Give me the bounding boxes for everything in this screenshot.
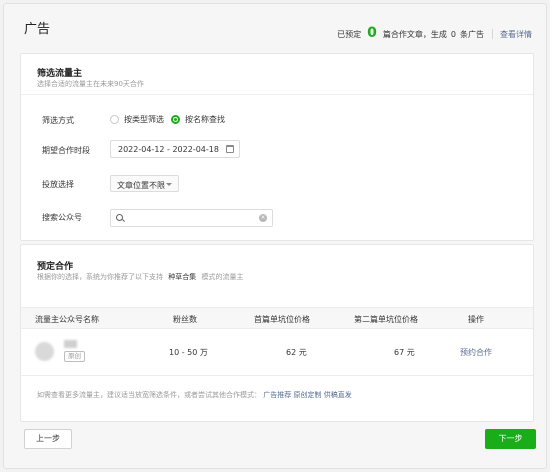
period-label: 期望合作时段 [42,146,90,155]
second-price: 67 元 [394,348,415,357]
summary-prefix: 已预定 [337,29,362,39]
reserve-mode-name: 种草合集 [168,273,197,281]
calendar-icon [226,145,234,153]
direct-submission-link[interactable]: 供稿直发 [324,391,352,399]
table-bottom-divider [21,375,533,376]
filter-divider [21,94,533,95]
col-account: 流量主公众号名称 [35,315,99,324]
avatar [35,342,54,361]
note-text: 如需查看更多流量主，建议适当放宽筛选条件，或者尝试其他合作模式： [37,391,261,399]
table-header: 流量主公众号名称 粉丝数 首篇单坑位价格 第二篇单坑位价格 操作 [21,307,533,329]
chevron-down-icon [166,183,172,186]
account-search-input[interactable] [126,212,256,224]
placement-label: 投放选择 [42,180,74,189]
date-range-picker[interactable]: 2022-04-12 - 2022-04-18 [110,140,240,158]
summary-suffix: 条广告 [460,29,484,39]
filter-card: 筛选流量主 选择合适的流量主在未来90天合作 筛选方式 按类型筛选 按名称查找 … [20,53,534,241]
account-name-blurred [64,340,77,348]
radio-unchecked-icon [110,115,119,124]
more-accounts-note: 如需查看更多流量主，建议适当放宽筛选条件，或者尝试其他合作模式： 广告推荐 原创… [37,390,352,400]
search-icon [116,214,123,221]
col-second-price: 第二篇单坑位价格 [354,315,418,324]
ad-recommend-link[interactable]: 广告推荐 [263,391,291,399]
reservation-summary: 已预定 0 篇合作文章，生成 0 条广告 查看详情 [337,25,532,42]
reserve-title: 预定合作 [37,262,74,272]
radio-by-type[interactable]: 按类型筛选 [110,114,164,125]
page-header: 广告 已预定 0 篇合作文章，生成 0 条广告 查看详情 [4,4,546,48]
main-panel: 广告 已预定 0 篇合作文章，生成 0 条广告 查看详情 筛选流量主 选择合适的… [3,3,547,469]
account-search-field: × [110,209,273,227]
previous-step-button[interactable]: 上一步 [24,429,72,449]
summary-middle: 篇合作文章，生成 [382,29,447,39]
placement-select[interactable]: 文章位置不限 [110,175,179,192]
filter-title: 筛选流量主 [37,69,83,79]
date-range-value: 2022-04-12 - 2022-04-18 [118,145,219,154]
first-price: 62 元 [286,348,307,357]
clear-icon[interactable]: × [259,214,267,222]
reserve-card: 预定合作 根据你的选择，系统为你推荐了以下支持 种草合集 模式的流量主 流量主公… [20,244,534,422]
col-action: 操作 [468,315,484,324]
search-label: 搜索公众号 [42,213,82,222]
placement-value: 文章位置不限 [117,181,165,190]
fans-range: 10 - 50 万 [169,348,208,357]
reserve-subtitle-text: 根据你的选择，系统为你推荐了以下支持 [37,273,163,281]
reserve-subtitle: 根据你的选择，系统为你推荐了以下支持 种草合集 模式的流量主 [37,272,243,282]
radio-by-type-label: 按类型筛选 [124,115,164,124]
page-title: 广告 [24,22,51,37]
filter-subtitle: 选择合适的流量主在未来90天合作 [37,80,144,88]
col-fans: 粉丝数 [173,315,197,324]
method-label: 筛选方式 [42,116,74,125]
view-details-link[interactable]: 查看详情 [500,29,532,40]
radio-by-name-label: 按名称查找 [185,115,225,124]
reserve-cooperation-link[interactable]: 预约合作 [460,347,492,358]
reserve-subtitle-tail: 模式的流量主 [201,273,244,281]
next-step-button[interactable]: 下一步 [485,429,536,449]
radio-by-name[interactable]: 按名称查找 [171,114,225,125]
ad-count: 0 [450,29,456,39]
reserved-count: 0 [367,25,377,41]
original-tag: 原创 [64,351,85,362]
col-first-price: 首篇单坑位价格 [254,315,310,324]
summary-divider [492,29,493,39]
original-custom-link[interactable]: 原创定制 [293,391,321,399]
radio-checked-icon [171,115,180,124]
